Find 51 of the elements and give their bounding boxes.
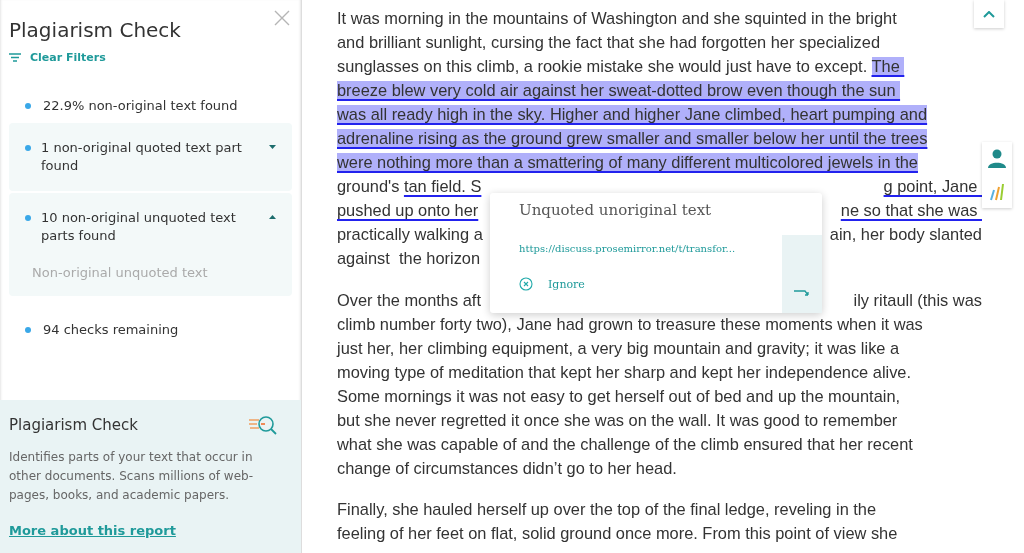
text-line: ne so that she was bbox=[840, 200, 979, 221]
result-summary: 94 checks remaining bbox=[43, 322, 179, 337]
text-line: It was morning in the mountains of Washington and she squinted in the bright bbox=[337, 8, 897, 29]
person-icon[interactable] bbox=[988, 148, 1006, 169]
text-line: just her, her climbing equipment, a very big mountain and gravity; it was like a bbox=[337, 338, 900, 359]
bars-icon[interactable] bbox=[989, 181, 1005, 202]
text-line: ain, her body slanted bbox=[829, 224, 982, 245]
text-line: Over the months aft bbox=[337, 290, 481, 311]
result-card[interactable]: 10 non-original unquoted text parts found Non-original unquoted text bbox=[9, 193, 292, 296]
result-summary: 22.9% non-original text found bbox=[43, 98, 238, 113]
text-line: g point, Jane bbox=[883, 176, 979, 197]
bullet-icon bbox=[25, 145, 31, 151]
filter-icon bbox=[9, 53, 21, 62]
text-line: practically walking a bbox=[337, 224, 483, 245]
caret-icon[interactable] bbox=[269, 145, 276, 149]
bullet-icon bbox=[25, 326, 31, 333]
text-line: climb number forty two), Jane had grown to treasure these moments when it was bbox=[337, 314, 923, 335]
return-arrow-icon[interactable] bbox=[794, 289, 810, 299]
result-label: 1 non-original quoted text part found bbox=[41, 139, 243, 175]
close-icon[interactable] bbox=[274, 10, 290, 26]
bullet-icon bbox=[25, 215, 31, 221]
text-line: against the horizon bbox=[337, 248, 481, 269]
info-title: Plagiarism Check bbox=[9, 416, 138, 434]
filter-field[interactable]: Non-original unquoted text bbox=[25, 265, 239, 280]
result-label: 10 non-original unquoted text parts found bbox=[41, 209, 237, 245]
text-line: moving type of meditation that kept her sharp and kept her independence alive. bbox=[337, 362, 912, 383]
result-card[interactable]: 1 non-original quoted text part found bbox=[9, 123, 292, 191]
ignore-button[interactable]: Ignore bbox=[519, 277, 772, 291]
chevron-up-icon bbox=[983, 10, 995, 18]
popup-title: Unquoted unoriginal text bbox=[519, 201, 713, 219]
caret-icon[interactable] bbox=[269, 215, 276, 219]
magnifier-icon bbox=[249, 414, 279, 436]
text-line: what she was capable of and the challenge of the climb ensured that her recent bbox=[337, 434, 913, 455]
more-link[interactable]: More about this report bbox=[9, 523, 279, 538]
text-line: Some mornings it was not easy to get herself out of bed and up the mountain, bbox=[337, 386, 901, 407]
text-line: pushed up onto her bbox=[337, 200, 479, 221]
text-line: ground's tan field. S bbox=[337, 176, 482, 197]
panel-title: Plagiarism Check bbox=[9, 18, 181, 42]
text-line: feeling of her feet on flat, solid ground once more. From this point of view she bbox=[337, 523, 898, 544]
close-circle-icon bbox=[519, 277, 533, 291]
collapse-button[interactable] bbox=[974, 0, 1004, 28]
info-description: Identifies parts of your text that occur in other documents. Scans millions of web-pages, books, and academic papers. bbox=[9, 449, 254, 504]
text-line: but she never regretted it once she was on the wall. It was good to remember bbox=[337, 410, 898, 431]
text-line: change of circumstances didn’t go to her head. bbox=[337, 458, 677, 479]
text-line: Finally, she hauled herself up over the top of the final ledge, reveling in the bbox=[337, 499, 877, 520]
text-line: sunglasses on this climb, a rookie mistake she would just have to except. The bbox=[337, 54, 905, 78]
source-link[interactable]: https://discuss.prosemirror.net/t/transfor... bbox=[519, 243, 772, 254]
clear-filters-button[interactable]: Clear Filters bbox=[9, 51, 106, 64]
text-line: and brilliant sunlight, cursing the fact that she had forgotten her specialized bbox=[337, 32, 881, 53]
text-line: ily ritaull (this was bbox=[853, 290, 982, 311]
bullet-icon bbox=[25, 102, 31, 109]
